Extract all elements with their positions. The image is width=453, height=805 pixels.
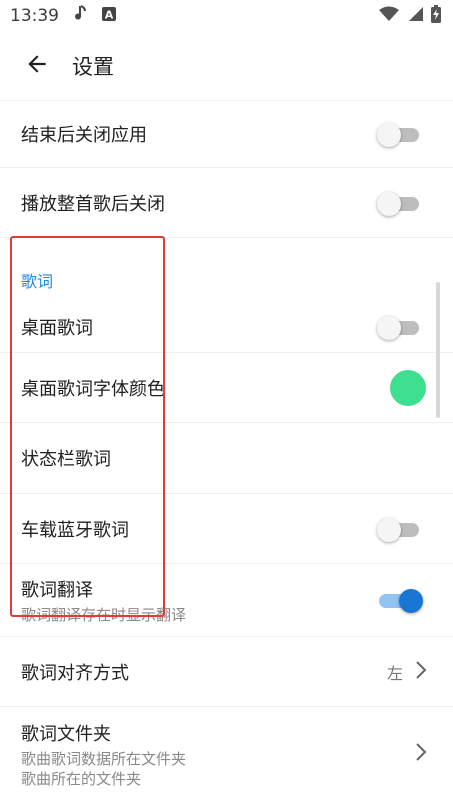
page-title: 设置	[72, 55, 114, 79]
switch-thumb	[377, 316, 401, 340]
battery-charging-icon	[431, 4, 441, 28]
app-bar: 设置	[0, 32, 453, 100]
signal-icon	[407, 6, 423, 27]
desktop-lyrics-switch[interactable]	[377, 316, 419, 340]
switch-thumb	[399, 589, 423, 613]
close-after-song-switch[interactable]	[377, 191, 419, 216]
setting-label: 结束后关闭应用	[21, 125, 147, 146]
bluetooth-lyrics-switch[interactable]	[377, 517, 419, 542]
setting-close-after-song[interactable]: 播放整首歌后关闭	[0, 168, 453, 237]
wifi-icon	[379, 6, 399, 27]
chevron-right-icon	[415, 660, 427, 684]
svg-text:A: A	[105, 8, 114, 21]
setting-lyrics-folder[interactable]: 歌词文件夹 歌曲歌词数据所在文件夹 歌曲所在的文件夹	[0, 707, 453, 801]
setting-lyrics-alignment[interactable]: 歌词对齐方式 左	[0, 637, 453, 706]
switch-thumb	[377, 191, 401, 216]
switch-thumb	[377, 517, 401, 542]
lyrics-translation-switch[interactable]	[379, 589, 423, 613]
switch-thumb	[377, 123, 401, 147]
back-button[interactable]	[20, 49, 54, 83]
setting-summary: 歌曲歌词数据所在文件夹	[21, 749, 187, 768]
setting-close-app-after-end[interactable]: 结束后关闭应用	[0, 101, 453, 167]
music-note-icon	[73, 4, 87, 28]
close-app-switch[interactable]	[377, 123, 419, 147]
setting-label: 播放整首歌后关闭	[21, 193, 165, 215]
arrow-left-icon	[24, 51, 50, 81]
color-swatch[interactable]	[390, 369, 426, 406]
setting-summary-secondary: 歌曲所在的文件夹	[21, 769, 142, 788]
status-time: 13:39	[10, 6, 59, 26]
scrollbar[interactable]	[436, 282, 440, 418]
setting-label: 歌词对齐方式	[21, 662, 129, 684]
a-badge-icon: A	[101, 6, 117, 27]
setting-label: 歌词文件夹	[21, 723, 111, 745]
chevron-right-icon	[415, 742, 427, 766]
alignment-value: 左	[386, 663, 403, 683]
highlight-box	[10, 236, 165, 617]
status-bar: 13:39 A	[0, 0, 453, 32]
